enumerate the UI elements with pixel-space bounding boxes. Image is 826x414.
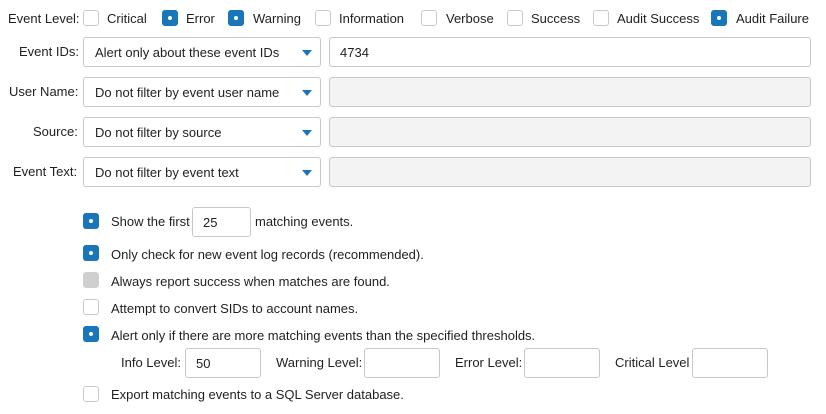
user-name-input[interactable]: [329, 77, 811, 107]
chevron-down-icon: [302, 50, 312, 56]
convert-sids-checkbox[interactable]: [83, 299, 99, 315]
success-checkbox[interactable]: [507, 10, 523, 26]
show-first-count-input[interactable]: 25: [192, 207, 251, 237]
user-name-select-value: Do not filter by event user name: [95, 85, 280, 100]
always-success-label: Always report success when matches are f…: [111, 274, 390, 289]
source-input[interactable]: [329, 117, 811, 147]
info-level-label: Info Level:: [121, 355, 181, 370]
warning-checkbox[interactable]: [228, 10, 244, 26]
audit-failure-checkbox[interactable]: [711, 10, 727, 26]
event-text-select-value: Do not filter by event text: [95, 165, 239, 180]
export-sql-checkbox[interactable]: [83, 386, 99, 402]
warning-level-label: Warning Level:: [276, 355, 363, 370]
audit-failure-label: Audit Failure: [736, 11, 809, 26]
event-level-label: Event Level:: [8, 11, 80, 26]
show-first-label: Show the first: [111, 214, 190, 229]
chevron-down-icon: [302, 170, 312, 176]
event-ids-value: 4734: [340, 45, 369, 60]
audit-success-label: Audit Success: [617, 11, 700, 26]
event-ids-label: Event IDs:: [19, 44, 79, 59]
event-text-label: Event Text:: [13, 164, 78, 179]
verbose-checkbox[interactable]: [421, 10, 437, 26]
event-ids-select-value: Alert only about these event IDs: [95, 45, 280, 60]
always-success-checkbox[interactable]: [83, 272, 99, 288]
new-records-label: Only check for new event log records (re…: [111, 247, 424, 262]
event-text-select[interactable]: Do not filter by event text: [83, 157, 321, 187]
event-ids-select[interactable]: Alert only about these event IDs: [83, 37, 321, 67]
user-name-select[interactable]: Do not filter by event user name: [83, 77, 321, 107]
thresholds-label: Alert only if there are more matching ev…: [111, 328, 536, 343]
new-records-checkbox[interactable]: [83, 245, 99, 261]
thresholds-checkbox[interactable]: [83, 326, 99, 342]
event-text-input[interactable]: [329, 157, 811, 187]
source-select-value: Do not filter by source: [95, 125, 222, 140]
warning-label: Warning: [253, 11, 301, 26]
warning-level-input[interactable]: [364, 348, 440, 378]
convert-sids-label: Attempt to convert SIDs to account names…: [111, 301, 359, 316]
user-name-label: User Name:: [9, 84, 79, 99]
audit-success-checkbox[interactable]: [593, 10, 609, 26]
error-level-label: Error Level:: [455, 355, 523, 370]
chevron-down-icon: [302, 90, 312, 96]
error-level-input[interactable]: [524, 348, 600, 378]
show-first-checkbox[interactable]: [83, 213, 99, 229]
success-label: Success: [531, 11, 581, 26]
error-checkbox[interactable]: [162, 10, 178, 26]
information-label: Information: [339, 11, 405, 26]
source-label: Source:: [33, 124, 78, 139]
information-checkbox[interactable]: [315, 10, 331, 26]
event-ids-input[interactable]: 4734: [329, 37, 811, 67]
matching-events-label: matching events.: [255, 214, 354, 229]
critical-checkbox[interactable]: [83, 10, 99, 26]
info-level-input[interactable]: 50: [185, 348, 261, 378]
info-level-value: 50: [196, 356, 211, 371]
show-first-count-value: 25: [203, 215, 218, 230]
critical-label: Critical: [107, 11, 147, 26]
error-label: Error: [186, 11, 215, 26]
critical-level-input[interactable]: [692, 348, 768, 378]
critical-level-label: Critical Level: [615, 355, 690, 370]
chevron-down-icon: [302, 130, 312, 136]
source-select[interactable]: Do not filter by source: [83, 117, 321, 147]
verbose-label: Verbose: [446, 11, 494, 26]
export-sql-label: Export matching events to a SQL Server d…: [111, 387, 404, 402]
